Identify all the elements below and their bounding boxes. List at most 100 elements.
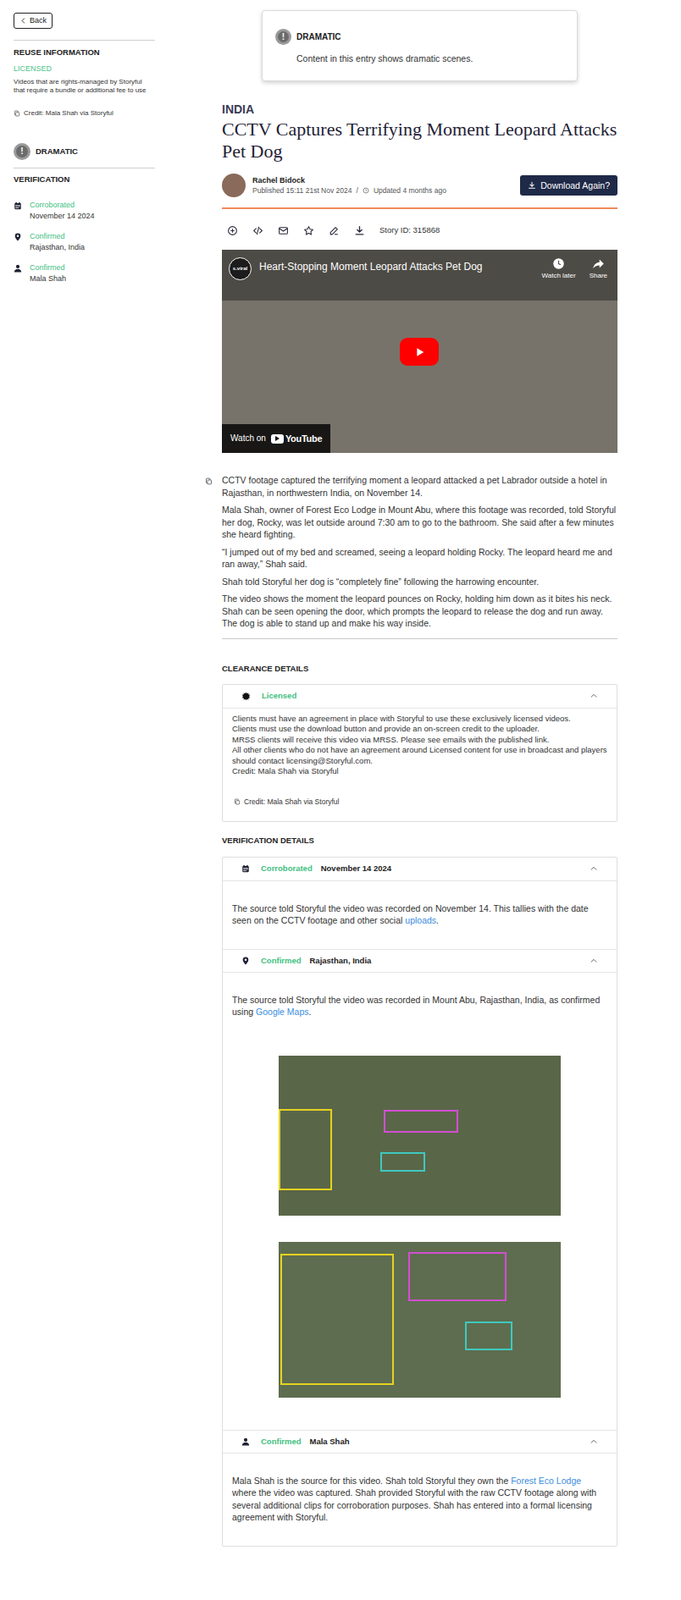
verification-text: The source told Storyful the video was r… — [232, 902, 608, 928]
published-date: Published 15:11 21st Nov 2024 — [252, 185, 353, 196]
verification-status: Corroborated — [260, 863, 313, 875]
annotation-box — [280, 1254, 394, 1386]
verification-body: The source told Storyful the video was r… — [222, 973, 617, 1431]
watch-on-youtube[interactable]: Watch on YouTube — [221, 424, 331, 454]
page: BackREUSE INFORMATIONLICENSEDVideos that… — [0, 0, 681, 1600]
share-button[interactable]: Share — [589, 257, 608, 281]
verification-header[interactable]: ConfirmedMala Shah — [222, 1430, 617, 1455]
link[interactable]: Google Maps — [255, 1007, 309, 1018]
cctv-photo — [278, 1242, 561, 1399]
channel-avatar[interactable]: s.viral — [228, 257, 252, 281]
meta-separator: / — [356, 185, 359, 196]
chevron-icon[interactable] — [589, 692, 598, 701]
verification-value: November 14 2024 — [29, 210, 95, 222]
location-icon — [13, 232, 23, 242]
download-button[interactable]: Download Again? — [520, 175, 618, 196]
date-icon — [13, 201, 23, 211]
youtube-icon — [271, 434, 284, 444]
verification-status: Confirmed — [29, 231, 85, 243]
clearance-body: Clients must have an agreement in place … — [222, 708, 617, 822]
verification-header[interactable]: Corroborated November 14 2024 — [222, 858, 617, 882]
story-title: CCTV Captures Terrifying Moment Leopard … — [221, 118, 618, 163]
verification-text: ConfirmedRajasthan, India — [29, 231, 85, 254]
verification-card: Corroborated November 14 2024 The source t… — [221, 857, 618, 1548]
verification-item: ConfirmedMala Shah — [13, 262, 156, 285]
verification-value: Rajasthan, India — [29, 242, 85, 254]
edit-icon[interactable] — [328, 225, 340, 237]
clearance-header[interactable]: Licensed — [222, 685, 617, 709]
license-note: Videos that are rights-managed by Storyf… — [13, 77, 156, 95]
back-button[interactable]: Back — [13, 12, 53, 29]
badge-label: DRAMATIC — [35, 146, 78, 157]
divider — [13, 167, 156, 169]
youtube-logo: YouTube — [271, 433, 322, 444]
accent-line — [221, 207, 618, 210]
annotation-box — [278, 1109, 333, 1191]
chevron-icon[interactable] — [589, 1438, 598, 1447]
annotation-box — [408, 1252, 507, 1302]
credit-text: Credit: Mala Shah via Storyful — [243, 797, 339, 808]
watch-later-button[interactable]: Watch later — [541, 257, 576, 281]
verification-header[interactable]: Confirmed Rajasthan, India — [222, 949, 617, 974]
verification-value: Mala Shah — [29, 273, 67, 285]
source-icon — [241, 1438, 250, 1447]
email-icon[interactable] — [277, 225, 289, 237]
annotation-box — [465, 1322, 513, 1351]
verification-value: November 14 2024 — [321, 863, 392, 875]
verification-text: CorroboratedNovember 14 2024 — [29, 199, 95, 222]
reuse-heading: REUSE INFORMATION — [13, 47, 156, 58]
banner-text: Content in this entry shows dramatic sce… — [275, 52, 565, 65]
story: !DRAMATIC Content in this entry shows dra… — [221, 0, 618, 1600]
clearance-line: Credit: Mala Shah via Storyful — [232, 766, 608, 778]
story-id: Story ID: 315868 — [379, 225, 440, 236]
verification-value: Rajasthan, India — [310, 956, 372, 967]
license-icon — [241, 692, 251, 702]
story-paragraph: Shah told Storyful her dog is “completel… — [221, 575, 618, 589]
link[interactable]: Forest Eco Lodge — [510, 1476, 582, 1487]
favourite-icon[interactable] — [303, 225, 315, 237]
embed-icon[interactable] — [252, 225, 264, 237]
banner-title: DRAMATIC — [296, 32, 342, 43]
download-icon[interactable] — [354, 225, 366, 237]
add-icon[interactable] — [227, 225, 239, 237]
sidebar: BackREUSE INFORMATIONLICENSEDVideos that… — [13, 0, 156, 1600]
banner-header: !DRAMATIC — [275, 28, 565, 45]
chevron-icon[interactable] — [589, 957, 598, 966]
video-player[interactable]: s.viral Heart-Stopping Moment Leopard Att… — [221, 249, 618, 454]
clearance-line: MRSS clients will receive this video via… — [232, 735, 608, 747]
copy-icon[interactable] — [13, 110, 21, 117]
video-title[interactable]: Heart-Stopping Moment Leopard Attacks Pe… — [259, 260, 533, 274]
warning-icon: ! — [13, 143, 31, 161]
author-row: Rachel BidockPublished 15:11 21st Nov 20… — [221, 172, 618, 199]
story-toolbar: Story ID: 315868 — [221, 221, 618, 239]
verification-heading: VERIFICATION — [13, 174, 156, 185]
story-paragraph: “I jumped out of my bed and screamed, se… — [221, 546, 618, 571]
story-paragraphs: CCTV footage captured the terrifying mom… — [221, 474, 618, 636]
verification-item: ConfirmedRajasthan, India — [13, 231, 156, 254]
verification-item: CorroboratedNovember 14 2024 — [13, 199, 156, 222]
link[interactable]: uploads — [404, 915, 437, 926]
author-name: Rachel Bidock — [252, 175, 447, 186]
clearance-line: Clients must have an agreement in place … — [232, 714, 608, 726]
author-avatar — [221, 173, 246, 198]
clearance-card: Licensed Clients must have an agreement i… — [221, 684, 618, 823]
copy-icon[interactable] — [233, 798, 241, 806]
chevron-left-icon — [19, 16, 28, 25]
chevron-icon[interactable] — [589, 864, 598, 874]
map-photo — [278, 1056, 561, 1217]
verification-value: Mala Shah — [310, 1437, 350, 1448]
watch-later-label: Watch later — [541, 271, 576, 281]
location-icon — [241, 957, 250, 966]
text-segment: where the video was captured. Shah provi… — [232, 1488, 597, 1523]
updated-date: Updated 4 months ago — [373, 185, 447, 196]
clearance-status: Licensed — [261, 691, 297, 702]
verification-heading: VERIFICATION DETAILS — [221, 836, 618, 847]
copy-icon[interactable] — [204, 477, 213, 486]
annotation-box — [383, 1110, 459, 1134]
verification-text: The source told Storyful the video was r… — [232, 994, 608, 1019]
video-top-bar: s.viral Heart-Stopping Moment Leopard Att… — [228, 257, 608, 281]
watch-on-label: Watch on — [230, 433, 266, 444]
play-button[interactable] — [399, 337, 439, 366]
author: Rachel BidockPublished 15:11 21st Nov 20… — [221, 173, 447, 198]
verification-status: Confirmed — [260, 956, 302, 967]
